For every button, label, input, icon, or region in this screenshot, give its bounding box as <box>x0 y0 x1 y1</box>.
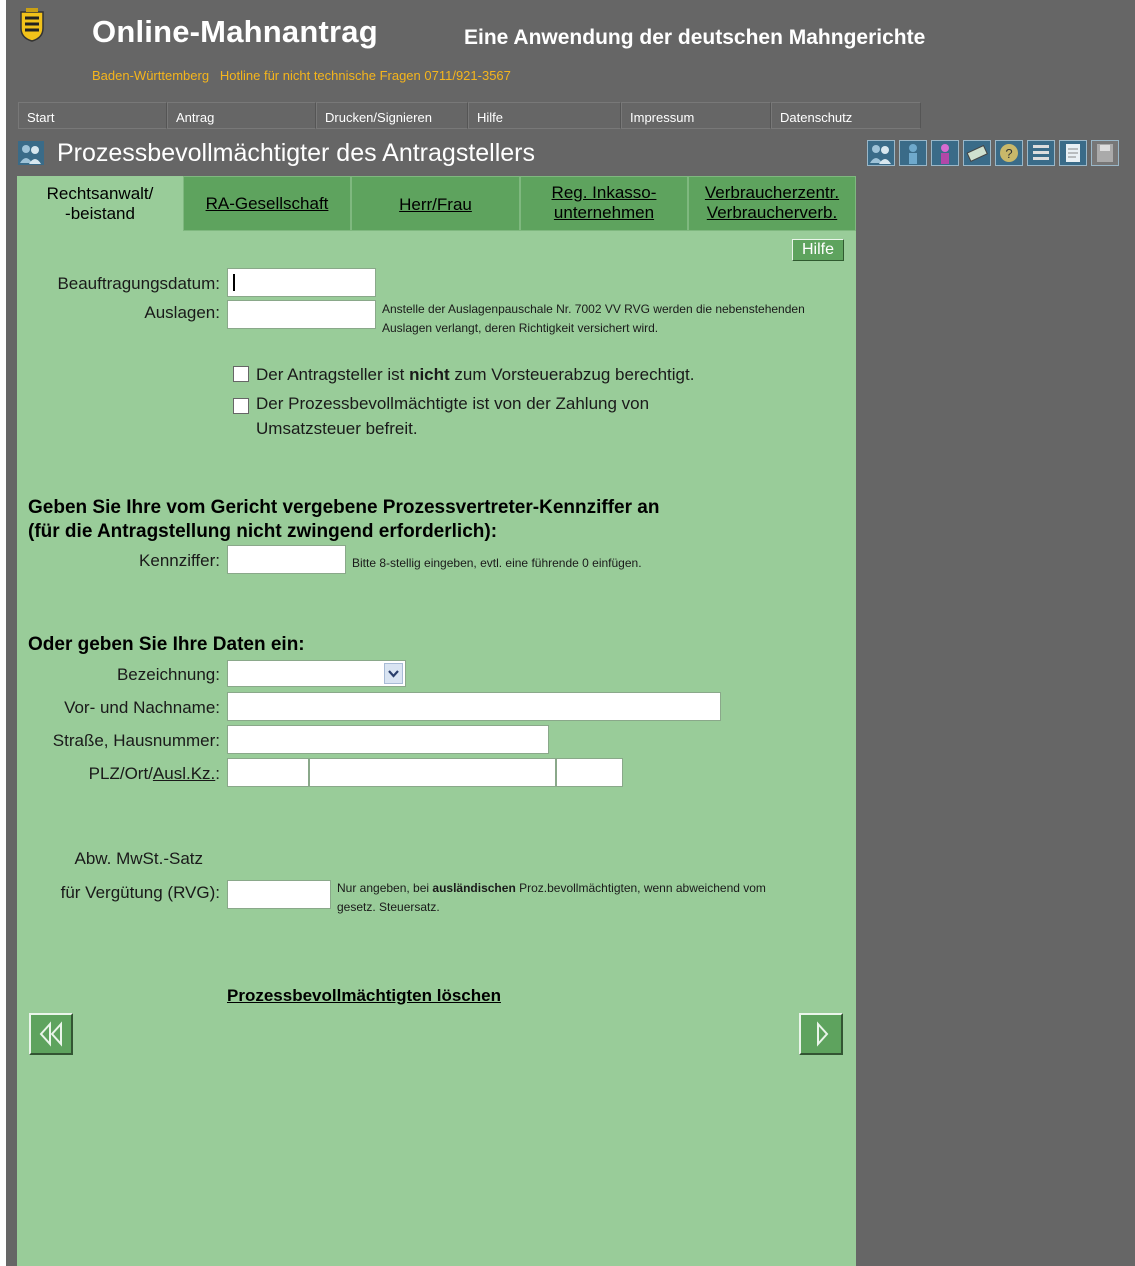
beauftragungsdatum-input[interactable] <box>227 268 376 297</box>
nav-item-hilfe[interactable]: Hilfe <box>468 102 621 129</box>
ort-input[interactable] <box>309 758 556 787</box>
person-icon[interactable] <box>899 140 927 166</box>
tab-label: Herr/Frau <box>399 195 472 214</box>
mwst-note-text: Nur angeben, bei <box>337 881 433 895</box>
auslagen-label: Auslagen: <box>144 303 220 322</box>
svg-text:?: ? <box>1005 146 1012 161</box>
coat-of-arms-icon <box>20 8 44 42</box>
double-left-arrow-icon <box>39 1021 62 1047</box>
vorsteuer-label-emphasis: nicht <box>409 365 450 384</box>
kennziffer-heading-line2: (für die Antragstellung nicht zwingend e… <box>28 521 498 542</box>
back-button[interactable] <box>29 1013 73 1055</box>
auslagen-note: Anstelle der Auslagenpauschale Nr. 7002 … <box>382 302 805 335</box>
auslagen-input[interactable] <box>227 300 376 329</box>
mwst-note: Nur angeben, bei ausländischen Proz.bevo… <box>337 879 797 917</box>
persons-icon <box>18 141 44 165</box>
plz-label-text: : <box>215 764 220 783</box>
kennziffer-input[interactable] <box>227 545 346 574</box>
document-icon[interactable] <box>1059 140 1087 166</box>
text-cursor <box>233 274 235 291</box>
tab-ra-gesellschaft[interactable]: RA-Gesellschaft <box>183 176 351 231</box>
persons-icon[interactable] <box>867 140 895 166</box>
tab-label: Reg. Inkasso- <box>551 183 657 202</box>
umsatzsteuer-label: Der Prozessbevollmächtigte ist von der Z… <box>256 394 650 438</box>
tab-herr-frau[interactable]: Herr/Frau <box>351 176 520 231</box>
right-arrow-icon <box>817 1021 829 1047</box>
plz-input[interactable] <box>227 758 309 787</box>
vorsteuer-label: Der Antragsteller ist nicht zum Vorsteue… <box>256 362 694 387</box>
tab-inkasso[interactable]: Reg. Inkasso- unternehmen <box>520 176 688 231</box>
kennziffer-heading-line1: Geben Sie Ihre vom Gericht vergebene Pro… <box>28 497 660 518</box>
question-icon[interactable]: ? <box>995 140 1023 166</box>
vorsteuer-label-text: zum Vorsteuerabzug berechtigt. <box>449 365 695 384</box>
daten-heading: Oder geben Sie Ihre Daten ein: <box>28 634 305 655</box>
umsatzsteuer-checkbox[interactable] <box>233 398 249 414</box>
nav-item-start[interactable]: Start <box>18 102 167 129</box>
tab-rechtsanwalt[interactable]: Rechtsanwalt/ -beistand <box>17 176 183 231</box>
delete-representative-link[interactable]: Prozessbevollmächtigten löschen <box>227 986 501 1006</box>
mwst-input[interactable] <box>227 880 331 909</box>
save-icon[interactable] <box>1091 140 1119 166</box>
money-icon[interactable] <box>963 140 991 166</box>
app-subtitle: Eine Anwendung der deutschen Mahngericht… <box>464 26 926 49</box>
hotline-text: Baden-Württemberg Hotline für nicht tech… <box>92 68 511 83</box>
kennziffer-note: Bitte 8-stellig eingeben, evtl. eine füh… <box>352 556 642 570</box>
nav-item-impressum[interactable]: Impressum <box>621 102 771 129</box>
plz-label-text: PLZ/Ort/ <box>88 764 153 783</box>
next-button[interactable] <box>799 1013 843 1055</box>
vorsteuer-label-text: Der Antragsteller ist <box>256 365 410 384</box>
strasse-label: Straße, Hausnummer: <box>52 731 220 750</box>
nav-item-antrag[interactable]: Antrag <box>167 102 316 129</box>
chevron-down-icon[interactable] <box>384 663 403 684</box>
list-icon[interactable] <box>1027 140 1055 166</box>
tab-label: -beistand <box>65 204 135 223</box>
strasse-input[interactable] <box>227 725 549 754</box>
beauftragungsdatum-label: Beauftragungsdatum: <box>57 274 220 293</box>
tab-label: Rechtsanwalt/ <box>46 184 154 203</box>
mwst-note-emphasis: ausländischen <box>432 881 516 895</box>
name-label: Vor- und Nachname: <box>64 698 220 717</box>
mwst-label-line1: Abw. MwSt.-Satz <box>74 849 203 868</box>
app-title: Online-Mahnantrag <box>92 14 378 49</box>
nav-item-drucken[interactable]: Drucken/Signieren <box>316 102 468 129</box>
main-nav: Start Antrag Drucken/Signieren Hilfe Imp… <box>18 102 921 129</box>
plz-label: PLZ/Ort/Ausl.Kz.: <box>20 764 220 784</box>
toolbar: ? <box>867 140 1119 166</box>
help-button[interactable]: Hilfe <box>792 239 844 261</box>
tab-label: RA-Gesellschaft <box>205 194 329 213</box>
bezeichnung-select[interactable] <box>227 660 406 687</box>
ausl-kz-link[interactable]: Ausl.Kz. <box>153 764 215 783</box>
ausl-kz-input[interactable] <box>556 758 623 787</box>
tab-label: Verbraucherverb. <box>706 203 838 222</box>
bezeichnung-label: Bezeichnung: <box>116 665 220 684</box>
vorsteuer-checkbox[interactable] <box>233 366 249 382</box>
mwst-label-line2: für Vergütung (RVG): <box>60 883 220 902</box>
tab-label: unternehmen <box>553 203 655 222</box>
page-title: Prozessbevollmächtigter des Antragstelle… <box>57 139 536 167</box>
tab-verbraucherzentrale[interactable]: Verbraucherzentr. Verbraucherverb. <box>688 176 856 231</box>
name-input[interactable] <box>227 692 721 721</box>
kennziffer-label: Kennziffer: <box>139 551 220 570</box>
nav-item-datenschutz[interactable]: Datenschutz <box>771 102 921 129</box>
tab-label: Verbraucherzentr. <box>704 183 840 202</box>
person-purple-icon[interactable] <box>931 140 959 166</box>
